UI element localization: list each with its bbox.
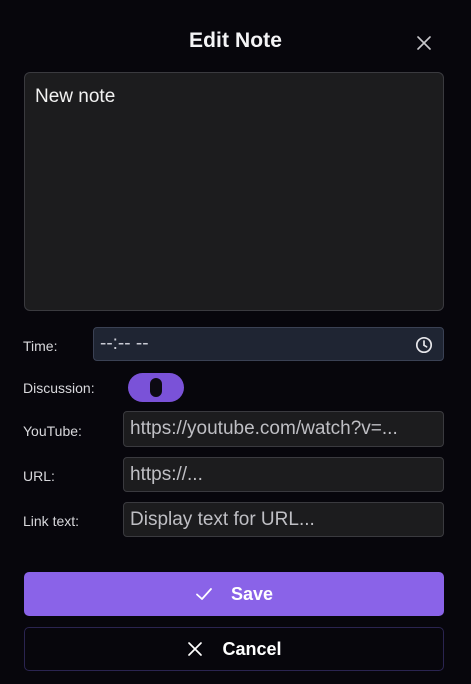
close-icon — [417, 36, 431, 50]
url-placeholder: https://... — [130, 463, 203, 485]
toggle-knob — [150, 378, 162, 397]
edit-note-dialog: Edit Note New note Time: --:-- -- Discus… — [0, 0, 471, 684]
save-label: Save — [230, 583, 274, 604]
url-label: URL: — [23, 468, 55, 484]
save-button[interactable]: Save — [24, 572, 444, 616]
time-value: --:-- -- — [100, 333, 149, 354]
discussion-label: Discussion: — [23, 380, 95, 396]
link-text-placeholder: Display text for URL... — [130, 508, 315, 530]
time-label: Time: — [23, 338, 58, 354]
discussion-toggle[interactable] — [128, 373, 184, 402]
dialog-title: Edit Note — [188, 29, 283, 52]
link-text-input[interactable]: Display text for URL... — [123, 502, 444, 537]
youtube-label: YouTube: — [23, 423, 82, 439]
url-input[interactable]: https://... — [123, 457, 444, 492]
youtube-placeholder: https://youtube.com/watch?v=... — [130, 418, 398, 439]
note-textarea[interactable]: New note — [24, 72, 444, 311]
check-icon — [196, 588, 212, 600]
dialog-header: Edit Note — [0, 22, 471, 62]
youtube-input[interactable]: https://youtube.com/watch?v=... — [123, 411, 444, 447]
cancel-label: Cancel — [222, 638, 282, 659]
cancel-button[interactable]: Cancel — [24, 627, 444, 671]
link-text-label: Link text: — [23, 513, 80, 529]
clock-icon[interactable] — [415, 336, 433, 354]
time-input[interactable]: --:-- -- — [93, 327, 444, 361]
close-button[interactable] — [413, 32, 435, 54]
close-icon — [188, 642, 203, 656]
